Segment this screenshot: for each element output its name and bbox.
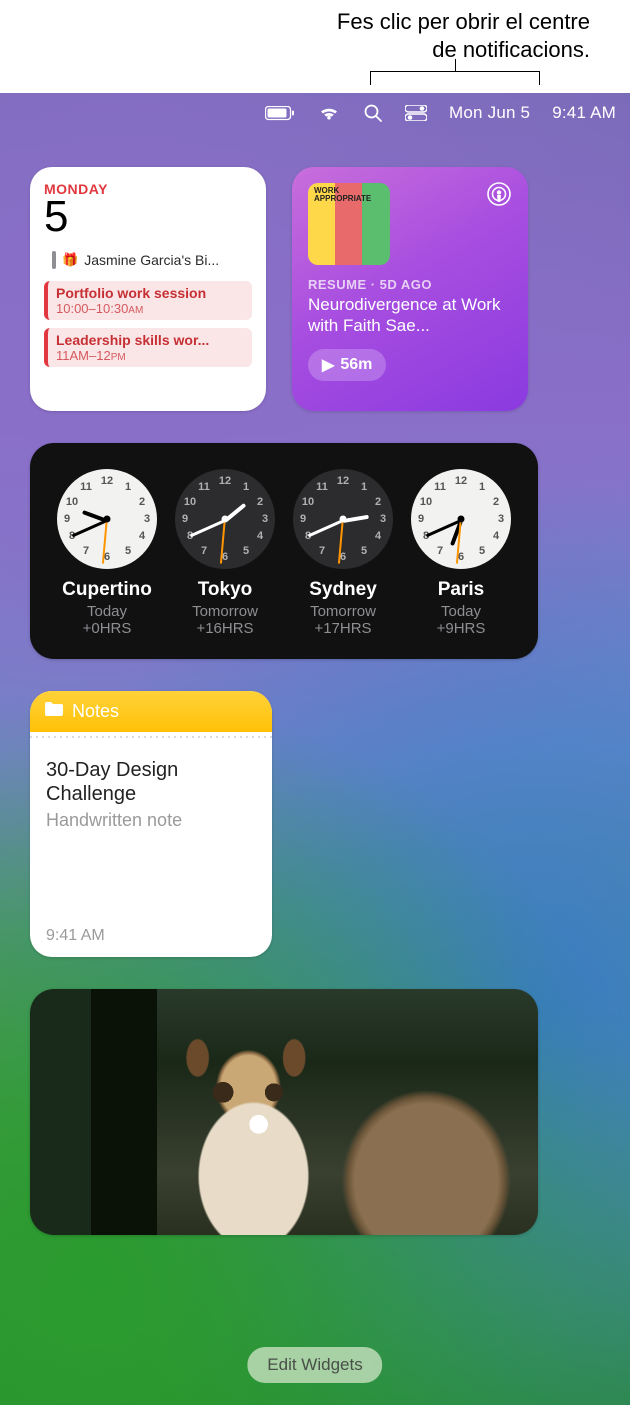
callout-bracket bbox=[370, 63, 540, 87]
world-clock-widget[interactable]: 121234567891011 Cupertino Today +0HRS 12… bbox=[30, 443, 538, 659]
menubar-time[interactable]: 9:41 AM bbox=[552, 103, 616, 123]
clock-city-label: Paris bbox=[406, 579, 516, 601]
note-time: 9:41 AM bbox=[46, 927, 256, 945]
notes-widget[interactable]: Notes 30-Day Design Challenge Handwritte… bbox=[30, 691, 272, 957]
world-clock-city[interactable]: 121234567891011 Sydney Tomorrow +17HRS bbox=[288, 469, 398, 637]
calendar-event[interactable]: Portfolio work session 10:00–10:30AM bbox=[44, 281, 252, 320]
clock-day-label: Tomorrow bbox=[170, 603, 280, 620]
event-time: 10:00–10:30AM bbox=[56, 301, 246, 316]
calendar-widget[interactable]: MONDAY 5 🎁 Jasmine Garcia's Bi... Portfo… bbox=[30, 167, 266, 411]
menubar: Mon Jun 5 9:41 AM bbox=[0, 93, 630, 133]
clock-face: 121234567891011 bbox=[175, 469, 275, 569]
clock-city-label: Cupertino bbox=[52, 579, 162, 601]
battery-icon[interactable] bbox=[265, 106, 295, 121]
event-time: 11AM–12PM bbox=[56, 348, 246, 363]
podcast-duration: 56m bbox=[340, 356, 372, 374]
event-title: Portfolio work session bbox=[56, 285, 246, 301]
world-clock-city[interactable]: 121234567891011 Tokyo Tomorrow +16HRS bbox=[170, 469, 280, 637]
podcast-play-button[interactable]: ▶ 56m bbox=[308, 349, 386, 381]
calendar-event[interactable]: Leadership skills wor... 11AM–12PM bbox=[44, 328, 252, 367]
clock-face: 121234567891011 bbox=[293, 469, 393, 569]
podcast-title: Neurodivergence at Work with Faith Sae..… bbox=[308, 294, 512, 337]
clock-day-label: Today bbox=[52, 603, 162, 620]
annotation-callout: Fes clic per obrir el centre de notifica… bbox=[0, 0, 630, 93]
control-center-icon[interactable] bbox=[405, 105, 427, 121]
event-color-bar bbox=[52, 251, 56, 269]
edit-widgets-button[interactable]: Edit Widgets bbox=[247, 1347, 382, 1383]
podcasts-widget[interactable]: RESUME · 5D AGO Neurodivergence at Work … bbox=[292, 167, 528, 411]
clock-offset-label: +16HRS bbox=[170, 620, 280, 637]
world-clock-city[interactable]: 121234567891011 Paris Today +9HRS bbox=[406, 469, 516, 637]
clock-day-label: Tomorrow bbox=[288, 603, 398, 620]
desktop: Mon Jun 5 9:41 AM MONDAY 5 🎁 Jasmine Gar… bbox=[0, 93, 630, 1405]
spotlight-search-icon[interactable] bbox=[363, 103, 383, 123]
notes-header-label: Notes bbox=[72, 701, 119, 722]
notification-center: MONDAY 5 🎁 Jasmine Garcia's Bi... Portfo… bbox=[0, 167, 630, 1405]
clock-face: 121234567891011 bbox=[411, 469, 511, 569]
callout-line1: Fes clic per obrir el centre bbox=[337, 9, 590, 34]
birthday-icon: 🎁 bbox=[62, 252, 78, 268]
wifi-icon[interactable] bbox=[317, 104, 341, 122]
callout-line2: de notificacions. bbox=[432, 37, 590, 62]
event-title: Leadership skills wor... bbox=[56, 332, 246, 348]
notes-perforation bbox=[30, 732, 272, 742]
clock-offset-label: +17HRS bbox=[288, 620, 398, 637]
podcast-meta: RESUME · 5D AGO bbox=[308, 277, 512, 292]
event-title: Jasmine Garcia's Bi... bbox=[84, 252, 219, 268]
folder-icon bbox=[44, 701, 64, 722]
photos-widget[interactable] bbox=[30, 989, 538, 1235]
clock-city-label: Sydney bbox=[288, 579, 398, 601]
play-icon: ▶ bbox=[322, 355, 334, 375]
clock-city-label: Tokyo bbox=[170, 579, 280, 601]
clock-day-label: Today bbox=[406, 603, 516, 620]
menubar-date[interactable]: Mon Jun 5 bbox=[449, 103, 530, 123]
calendar-event[interactable]: 🎁 Jasmine Garcia's Bi... bbox=[44, 247, 252, 273]
note-subtitle: Handwritten note bbox=[46, 810, 256, 831]
podcast-artwork bbox=[308, 183, 390, 265]
clock-face: 121234567891011 bbox=[57, 469, 157, 569]
world-clock-city[interactable]: 121234567891011 Cupertino Today +0HRS bbox=[52, 469, 162, 637]
notes-header: Notes bbox=[30, 691, 272, 732]
note-title: 30-Day Design Challenge bbox=[46, 758, 256, 806]
calendar-day-number: 5 bbox=[44, 195, 252, 239]
clock-offset-label: +9HRS bbox=[406, 620, 516, 637]
clock-offset-label: +0HRS bbox=[52, 620, 162, 637]
podcasts-app-icon bbox=[486, 181, 512, 212]
